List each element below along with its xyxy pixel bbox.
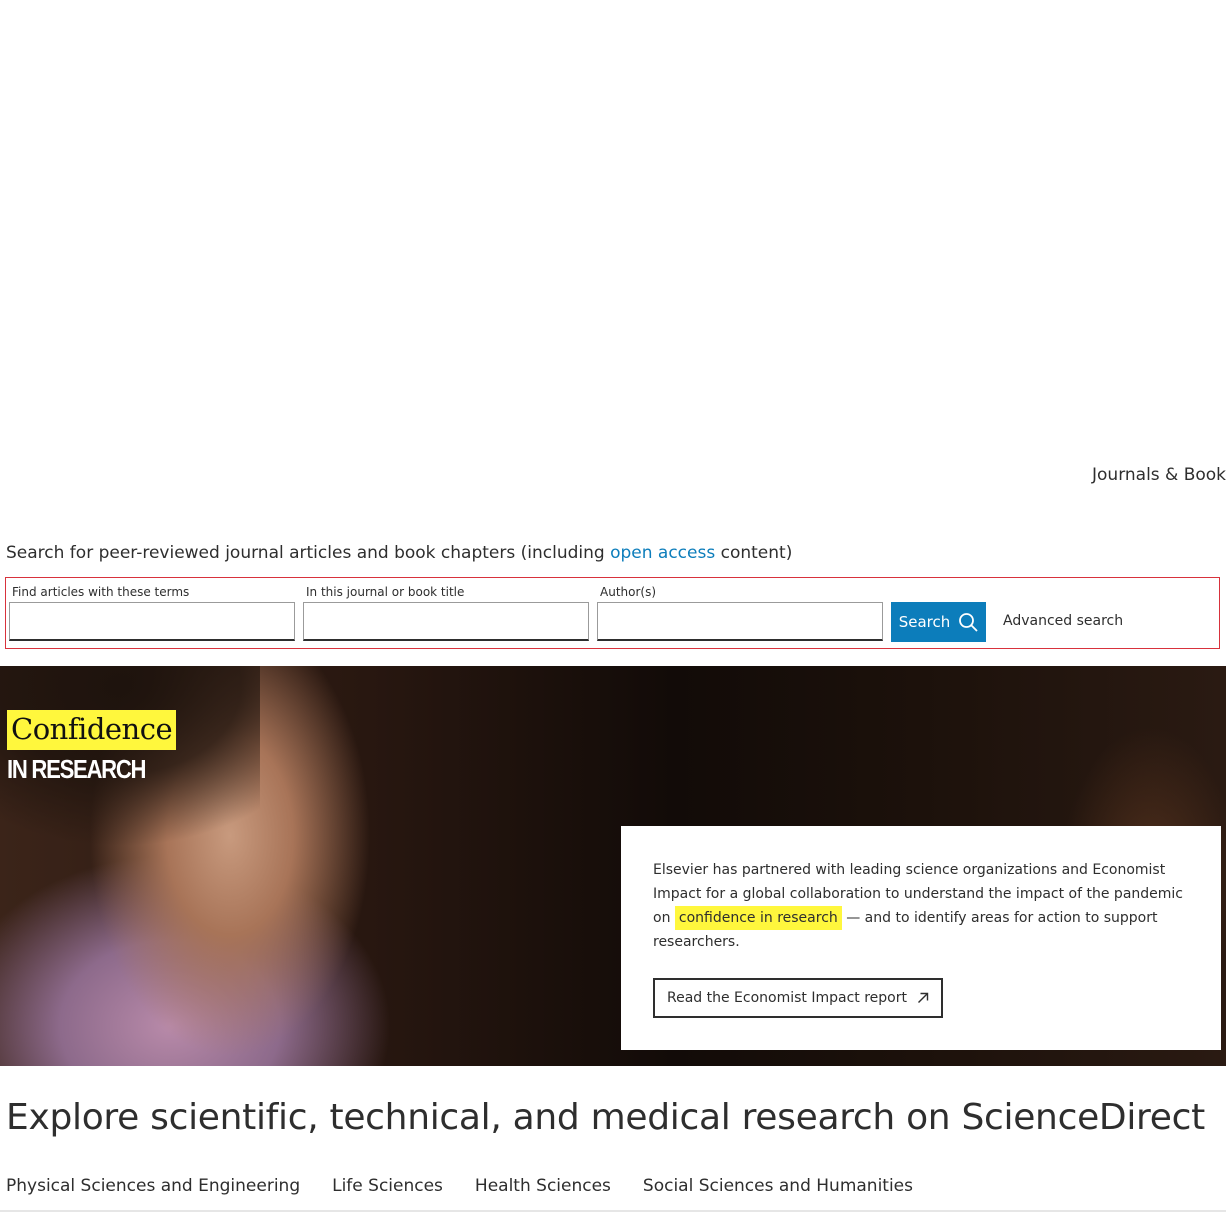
tabs-divider [0,1210,1226,1212]
journals-books-link[interactable]: Journals & Books [1092,465,1226,485]
search-button-label: Search [898,613,951,631]
search-icon [959,613,978,632]
tab-physical-sciences[interactable]: Physical Sciences and Engineering [6,1176,300,1196]
search-button[interactable]: Search [891,602,986,642]
authors-input[interactable] [597,602,883,641]
tab-health-sciences[interactable]: Health Sciences [475,1176,611,1196]
hero-card-text: Elsevier has partnered with leading scie… [653,858,1189,954]
hero-banner: Confidence IN RESEARCH Elsevier has part… [0,666,1226,1066]
confidence-logo: Confidence [7,710,177,750]
terms-label: Find articles with these terms [12,585,190,599]
economist-report-button[interactable]: Read the Economist Impact report [653,978,943,1018]
authors-field: Author(s) [597,584,883,641]
confidence-in-research-link[interactable]: confidence in research [674,906,842,930]
terms-field: Find articles with these terms [9,584,295,641]
subject-tabs: Physical Sciences and Engineering Life S… [6,1176,913,1196]
terms-input[interactable] [9,602,295,641]
search-intro: Search for peer-reviewed journal article… [6,543,792,563]
journal-title-field: In this journal or book title [303,584,589,641]
hero-card: Elsevier has partnered with leading scie… [621,826,1221,1050]
external-arrow-icon [918,992,929,1003]
search-intro-suffix: content) [715,543,793,563]
explore-heading: Explore scientific, technical, and medic… [6,1097,1205,1138]
tab-social-sciences[interactable]: Social Sciences and Humanities [643,1176,913,1196]
in-research-logo: IN RESEARCH [7,754,147,784]
tab-life-sciences[interactable]: Life Sciences [332,1176,443,1196]
journal-title-input[interactable] [303,602,589,641]
economist-report-label: Read the Economist Impact report [667,990,907,1006]
quick-search-form: Find articles with these terms In this j… [5,577,1220,649]
advanced-search-link[interactable]: Advanced search [1003,613,1123,629]
open-access-link[interactable]: open access [610,543,715,563]
page: Journals & Books Search for peer-reviewe… [0,0,1226,1226]
journal-title-label: In this journal or book title [306,585,465,599]
search-intro-prefix: Search for peer-reviewed journal article… [6,543,611,563]
authors-label: Author(s) [600,585,657,599]
